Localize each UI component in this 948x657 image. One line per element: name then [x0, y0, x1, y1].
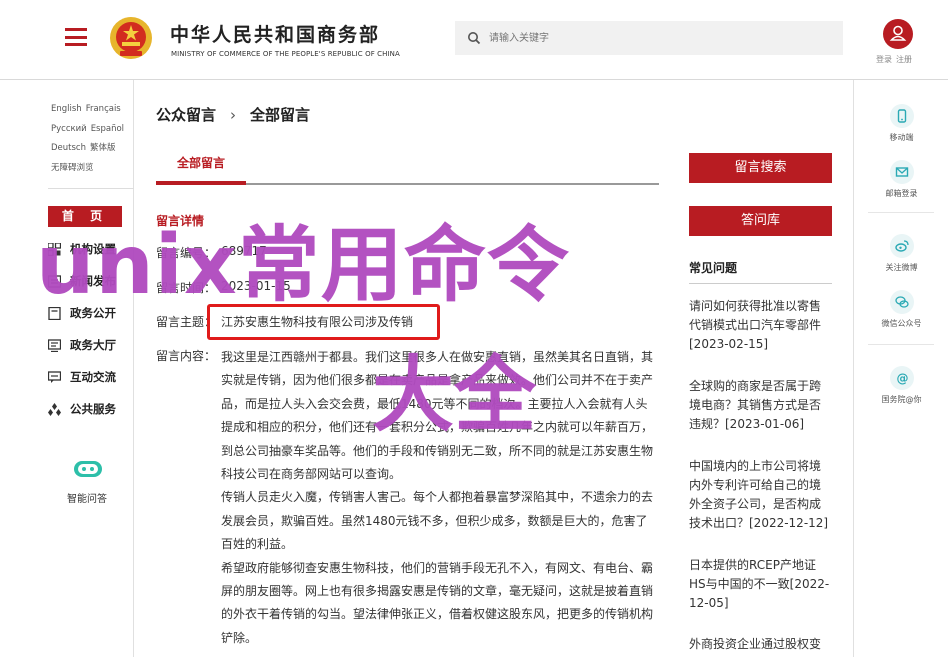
lang-english[interactable]: English [51, 104, 82, 114]
faq-item[interactable]: 请问如何获得批准以寄售代销模式出口汽车零部件[2023-02-15] [689, 297, 831, 354]
lang-french[interactable]: Français [86, 104, 121, 114]
divider [48, 188, 134, 189]
divider [868, 344, 934, 345]
nav-item-label: 政务大厅 [70, 338, 116, 352]
mobile-icon [889, 104, 914, 128]
rb-wechat[interactable]: 微信公众号 [854, 290, 948, 329]
chat-icon [48, 371, 61, 383]
chevron-right-icon: › [230, 106, 237, 124]
rb-label: 国务院@你 [881, 395, 922, 404]
smart-qa-label[interactable]: 智能问答 [67, 490, 107, 505]
lang-german[interactable]: Deutsch [51, 143, 86, 153]
mail-icon [889, 160, 914, 184]
tab-active-indicator [156, 181, 246, 185]
user-links: 登录 注册 [876, 54, 916, 65]
site-title[interactable]: 中华人民共和国商务部 [170, 20, 380, 47]
faq-library-button[interactable]: 答问库 [689, 206, 832, 236]
breadcrumb-item[interactable]: 公众留言 [156, 106, 216, 124]
divider [689, 283, 832, 284]
lang-spanish[interactable]: Español [91, 124, 124, 134]
faq-title: 常见问题 [689, 261, 738, 275]
user-avatar-icon[interactable] [883, 19, 913, 49]
faq-item[interactable]: 外商投资企业通过股权变 [689, 635, 831, 654]
lang-russian[interactable]: Русский [51, 124, 87, 134]
menu-icon[interactable] [65, 28, 87, 46]
national-emblem-icon[interactable] [108, 15, 154, 61]
service-icon [48, 403, 61, 416]
rb-label: 微信公众号 [881, 319, 922, 328]
lang-traditional[interactable]: 繁体版 [90, 143, 116, 153]
overlay-title-line2: 大全 [372, 348, 537, 443]
left-nav: English Français Русский Español Deutsch 繁体… [38, 80, 134, 657]
site-subtitle: MINISTRY OF COMMERCE OF THE PEOPLE'S REP… [171, 50, 400, 58]
right-sidebar: 移动端 邮箱登录 关注微博 微信公众号 @ 国务院@你 [853, 80, 948, 657]
svg-text:@: @ [896, 372, 908, 386]
faq-item[interactable]: 日本提供的RCEP产地证HS与中国的不一致[2022-12-05] [689, 556, 831, 613]
message-search-button[interactable]: 留言搜索 [689, 153, 832, 183]
language-list: English Français Русский Español Deutsch 繁体… [51, 100, 133, 178]
rb-label: 邮箱登录 [885, 189, 918, 198]
content-paragraph: 传销人员走火入魔，传销害人害己。每个人都抱着暴富梦深陷其中，不遗余力的去发展会员… [221, 490, 654, 552]
robot-icon[interactable] [72, 458, 104, 480]
site-header: 中华人民共和国商务部 MINISTRY OF COMMERCE OF THE P… [0, 0, 948, 80]
register-link[interactable]: 注册 [896, 55, 912, 64]
tab-all-messages[interactable]: 全部留言 [156, 154, 246, 171]
hall-icon [48, 339, 61, 352]
at-icon: @ [889, 366, 914, 390]
faq-item[interactable]: 中国境内的上市公司将境内外专利许可给自己的境外全资子公司，是否构成技术出口？[2… [689, 457, 831, 533]
rb-label: 移动端 [889, 133, 914, 142]
breadcrumb-item[interactable]: 全部留言 [250, 106, 310, 124]
faq-item[interactable]: 全球购的商家是否属于跨境电商？其销售方式是否违规？[2023-01-06] [689, 377, 831, 434]
rb-weibo[interactable]: 关注微博 [854, 234, 948, 273]
divider [868, 212, 934, 213]
rb-mail[interactable]: 邮箱登录 [854, 160, 948, 199]
wechat-icon [889, 290, 914, 314]
login-link[interactable]: 登录 [876, 55, 892, 64]
search-icon[interactable] [467, 31, 481, 45]
nav-item-label: 公共服务 [70, 402, 116, 416]
overlay-title-line1: unix常用命令 [36, 218, 570, 313]
content-paragraph: 希望政府能够彻查安惠生物科技，他们的营销手段无孔不入，有网文、有电台、霸屏的朋友… [221, 560, 654, 645]
search-input[interactable] [489, 21, 829, 55]
search-box[interactable] [455, 21, 843, 55]
rb-mobile[interactable]: 移动端 [854, 104, 948, 143]
page: 中华人民共和国商务部 MINISTRY OF COMMERCE OF THE P… [0, 0, 948, 657]
rb-at[interactable]: @ 国务院@你 [854, 366, 948, 405]
weibo-icon [889, 234, 914, 258]
accessibility-link[interactable]: 无障碍浏览 [51, 163, 94, 173]
breadcrumb: 公众留言 › 全部留言 [156, 104, 310, 125]
nav-item-label: 互动交流 [70, 370, 116, 384]
rb-label: 关注微博 [885, 263, 918, 272]
content-label: 留言内容： [156, 349, 217, 363]
